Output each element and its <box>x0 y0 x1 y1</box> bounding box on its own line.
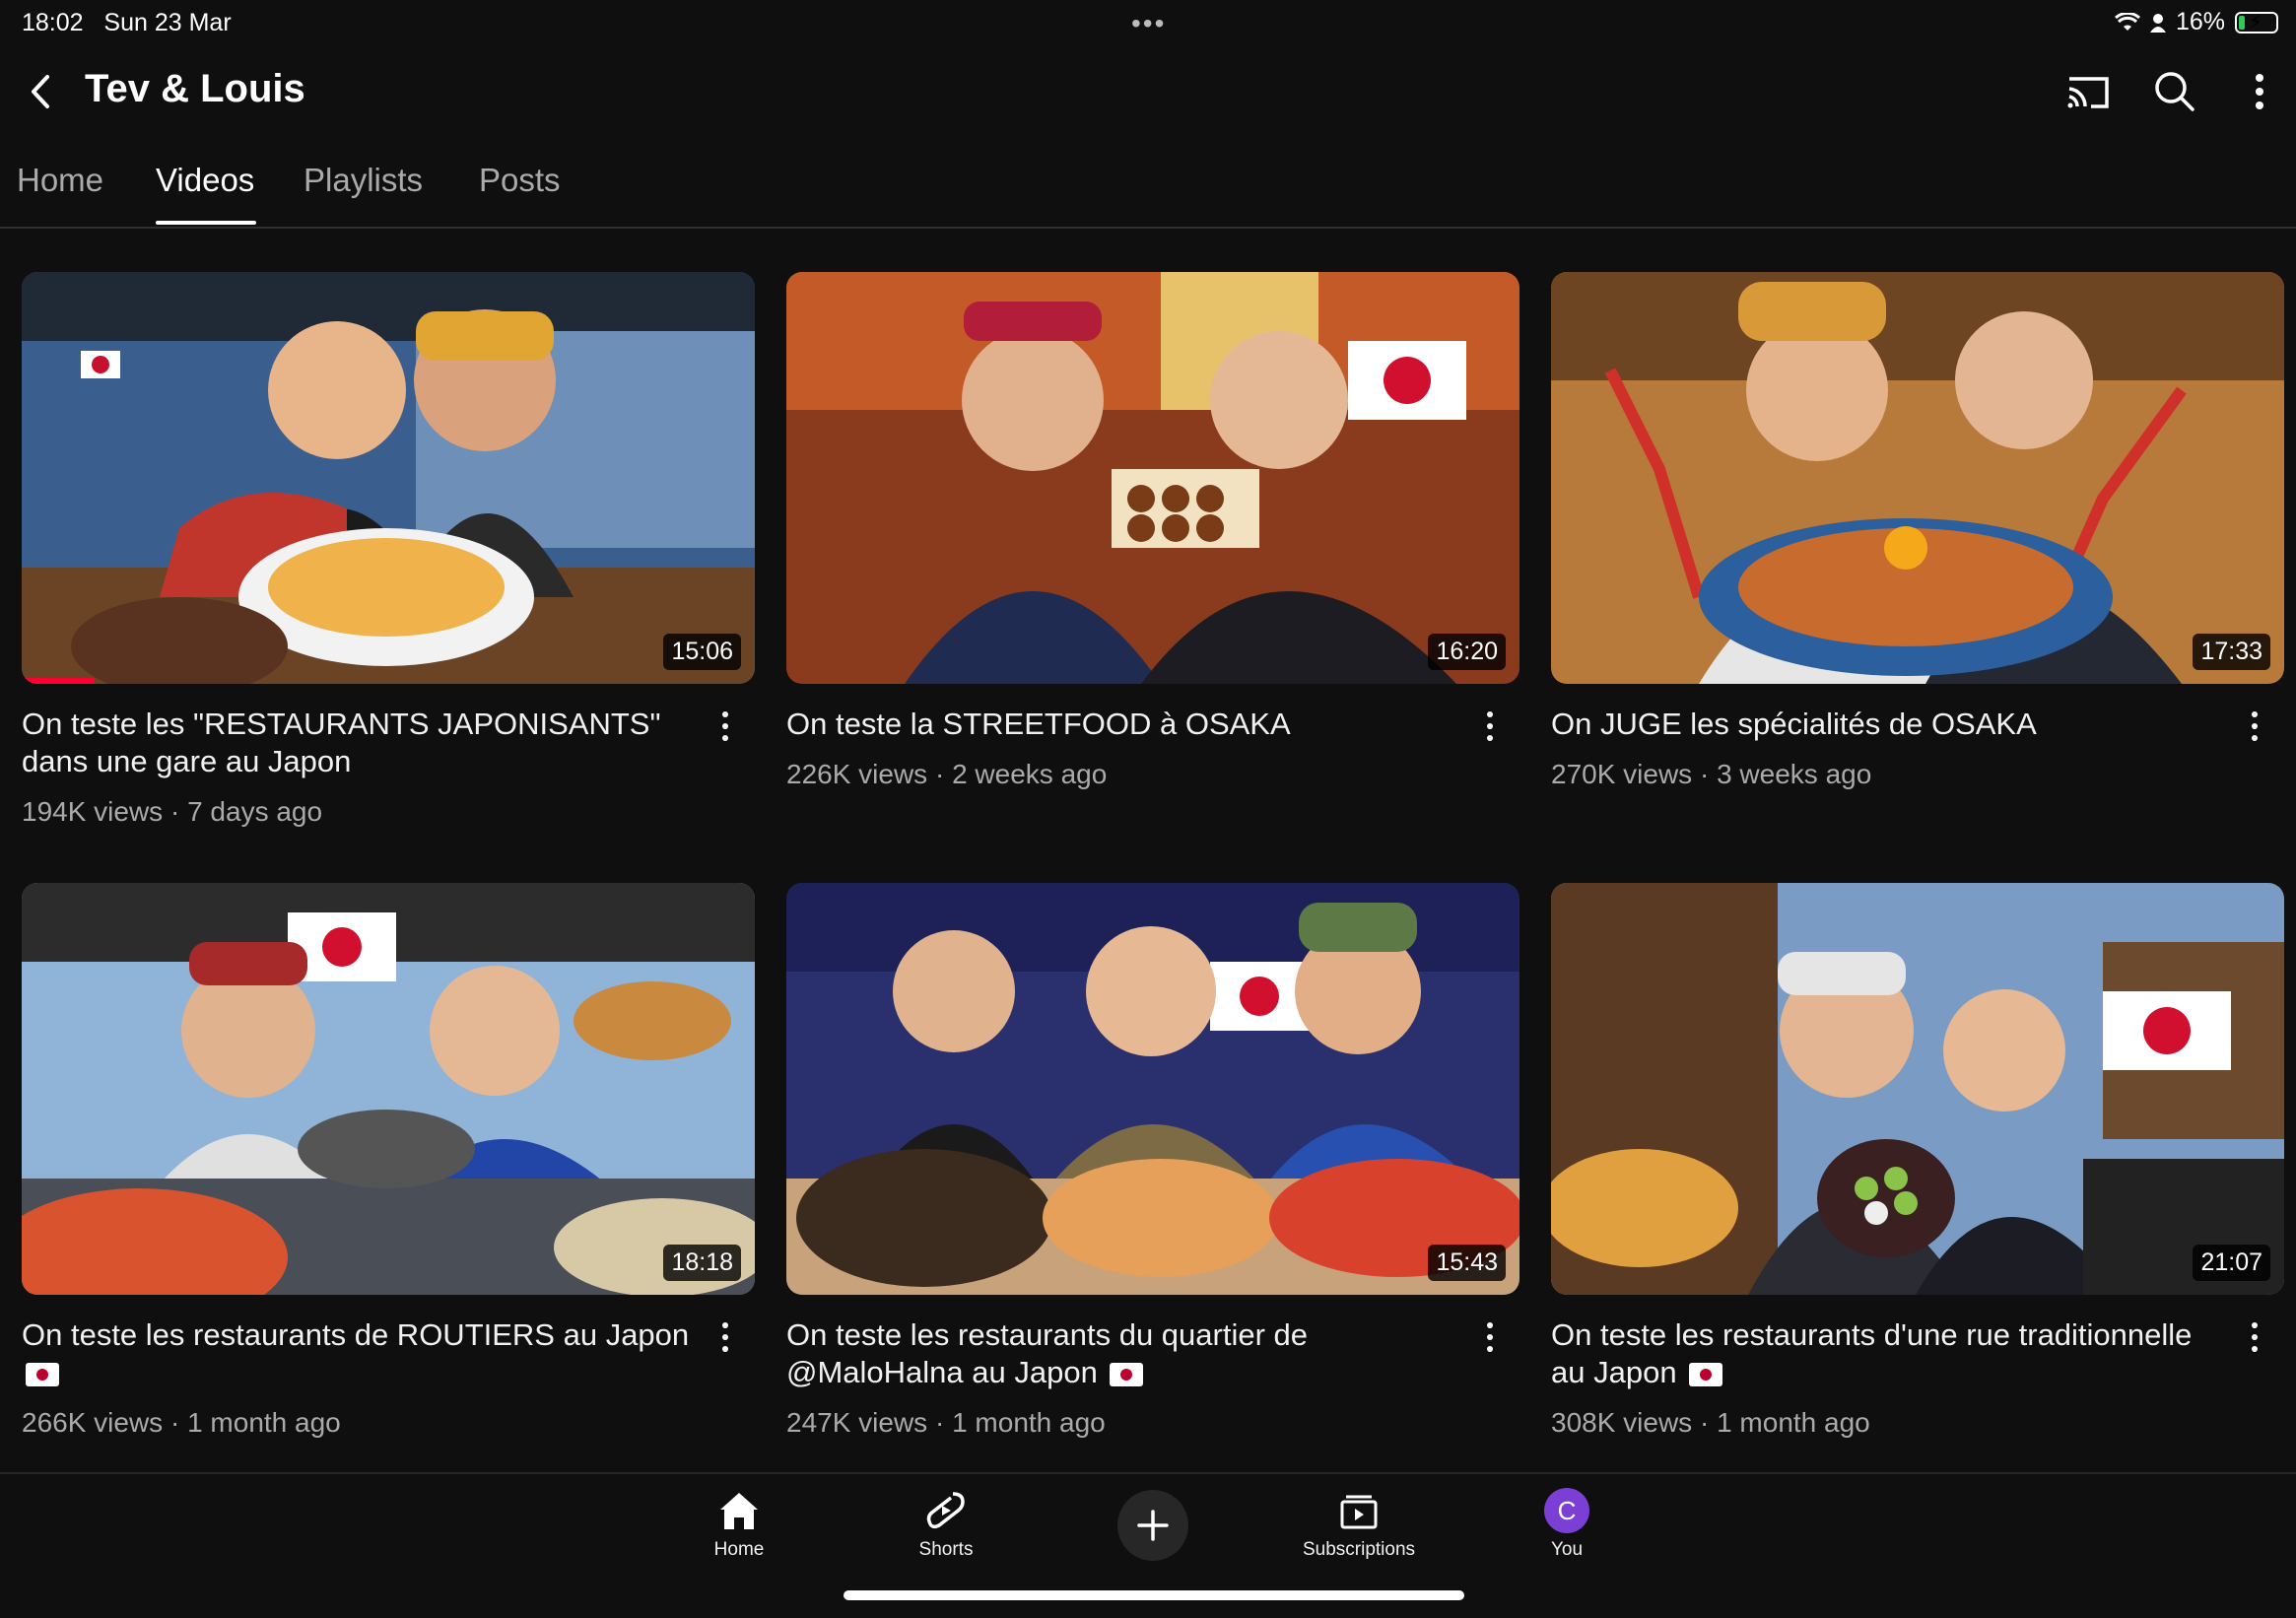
video-title[interactable]: On teste la STREETFOOD à OSAKA <box>786 706 1466 743</box>
video-duration: 18:18 <box>663 1245 741 1281</box>
nav-home[interactable]: Home <box>660 1488 818 1561</box>
video-meta: 266K views · 1 month ago <box>22 1407 341 1438</box>
video-title[interactable]: On teste les restaurants du quartier de … <box>786 1316 1466 1391</box>
create-button[interactable] <box>1117 1490 1188 1561</box>
wifi-icon <box>2114 12 2140 31</box>
nav-shorts-label: Shorts <box>918 1539 974 1560</box>
video-meta: 308K views · 1 month ago <box>1551 1407 1870 1438</box>
video-title-text: On teste les restaurants d'une rue tradi… <box>1551 1317 2193 1389</box>
status-right: 16% ⚡ <box>2114 8 2278 36</box>
video-meta: 194K views · 7 days ago <box>22 796 323 827</box>
search-icon[interactable] <box>2150 67 2199 116</box>
video-card[interactable]: 15:43 On teste les restaurants du quarti… <box>786 883 1519 1438</box>
channel-title: Tev & Louis <box>85 67 305 110</box>
video-title-text: On teste les restaurants du quartier de … <box>786 1317 1309 1389</box>
status-date: Sun 23 Mar <box>103 9 232 36</box>
nav-subscriptions[interactable]: Subscriptions <box>1280 1488 1438 1561</box>
tab-videos[interactable]: Videos <box>156 162 254 199</box>
video-thumbnail[interactable]: 15:06 <box>22 272 755 684</box>
back-arrow-icon[interactable] <box>22 67 61 116</box>
video-meta: 226K views · 2 weeks ago <box>786 759 1108 789</box>
multitasking-dots-icon[interactable]: ••• <box>1131 8 1166 39</box>
video-thumbnail[interactable]: 16:20 <box>786 272 1519 684</box>
nav-you[interactable]: C You <box>1488 1488 1646 1561</box>
video-more-icon[interactable] <box>715 711 735 751</box>
japan-flag-emoji <box>1110 1362 1144 1386</box>
video-duration: 15:43 <box>1428 1245 1506 1281</box>
video-more-icon[interactable] <box>1480 711 1500 751</box>
tab-home[interactable]: Home <box>17 162 103 199</box>
avatar: C <box>1544 1488 1589 1533</box>
video-card[interactable]: 15:06 On teste les "RESTAURANTS JAPONISA… <box>22 272 755 827</box>
status-time: 18:02 <box>22 9 84 36</box>
video-duration: 16:20 <box>1428 634 1506 670</box>
video-duration: 15:06 <box>663 634 741 670</box>
video-card[interactable]: 18:18 On teste les restaurants de ROUTIE… <box>22 883 755 1438</box>
video-thumbnail[interactable]: 18:18 <box>22 883 755 1295</box>
more-vert-icon[interactable] <box>2235 67 2284 116</box>
japan-flag-emoji <box>26 1362 59 1386</box>
battery-percent: 16% <box>2175 8 2225 35</box>
active-tab-indicator <box>156 221 256 225</box>
video-more-icon[interactable] <box>1480 1322 1500 1362</box>
video-title[interactable]: On teste les "RESTAURANTS JAPONISANTS" d… <box>22 706 702 780</box>
nav-subscriptions-label: Subscriptions <box>1302 1539 1416 1560</box>
video-thumbnail[interactable]: 15:43 <box>786 883 1519 1295</box>
video-thumbnail[interactable]: 17:33 <box>1551 272 2284 684</box>
video-title-text: On teste les restaurants de ROUTIERS au … <box>22 1317 690 1352</box>
cast-icon[interactable] <box>2063 67 2113 116</box>
battery-icon: ⚡ <box>2235 11 2278 34</box>
person-icon <box>2149 13 2166 33</box>
create-plus-icon <box>1137 1510 1169 1541</box>
tab-posts[interactable]: Posts <box>479 162 561 199</box>
video-title[interactable]: On JUGE les spécialités de OSAKA <box>1551 706 2231 743</box>
nav-home-label: Home <box>713 1539 765 1560</box>
charging-bolt-icon: ⚡ <box>2249 11 2263 34</box>
video-duration: 17:33 <box>2193 634 2270 670</box>
video-title[interactable]: On teste les restaurants d'une rue tradi… <box>1551 1316 2231 1391</box>
home-icon <box>720 1493 758 1529</box>
shorts-icon <box>926 1492 965 1529</box>
nav-shorts[interactable]: Shorts <box>867 1488 1025 1561</box>
video-title[interactable]: On teste les restaurants de ROUTIERS au … <box>22 1316 702 1391</box>
nav-you-label: You <box>1550 1539 1584 1560</box>
video-more-icon[interactable] <box>2245 711 2264 751</box>
status-bar: 18:02 Sun 23 Mar ••• 16% ⚡ <box>0 0 2296 45</box>
watch-progress-bar <box>22 678 96 684</box>
video-more-icon[interactable] <box>2245 1322 2264 1362</box>
home-indicator[interactable] <box>844 1590 1464 1600</box>
video-card[interactable]: 21:07 On teste les restaurants d'une rue… <box>1551 883 2284 1438</box>
video-meta: 270K views · 3 weeks ago <box>1551 759 1872 789</box>
video-meta: 247K views · 1 month ago <box>786 1407 1106 1438</box>
battery-level <box>2239 15 2245 30</box>
tab-playlists[interactable]: Playlists <box>304 162 423 199</box>
channel-header: Tev & Louis <box>0 45 2296 140</box>
video-duration: 21:07 <box>2193 1245 2270 1281</box>
video-card[interactable]: 16:20 On teste la STREETFOOD à OSAKA 226… <box>786 272 1519 789</box>
video-thumbnail[interactable]: 21:07 <box>1551 883 2284 1295</box>
japan-flag-emoji <box>1689 1362 1723 1386</box>
video-more-icon[interactable] <box>715 1322 735 1362</box>
video-card[interactable]: 17:33 On JUGE les spécialités de OSAKA 2… <box>1551 272 2284 789</box>
status-time-date: 18:02 Sun 23 Mar <box>22 9 232 37</box>
subscriptions-icon <box>1340 1495 1378 1529</box>
channel-tabs: Home Videos Playlists Posts <box>0 148 2296 229</box>
